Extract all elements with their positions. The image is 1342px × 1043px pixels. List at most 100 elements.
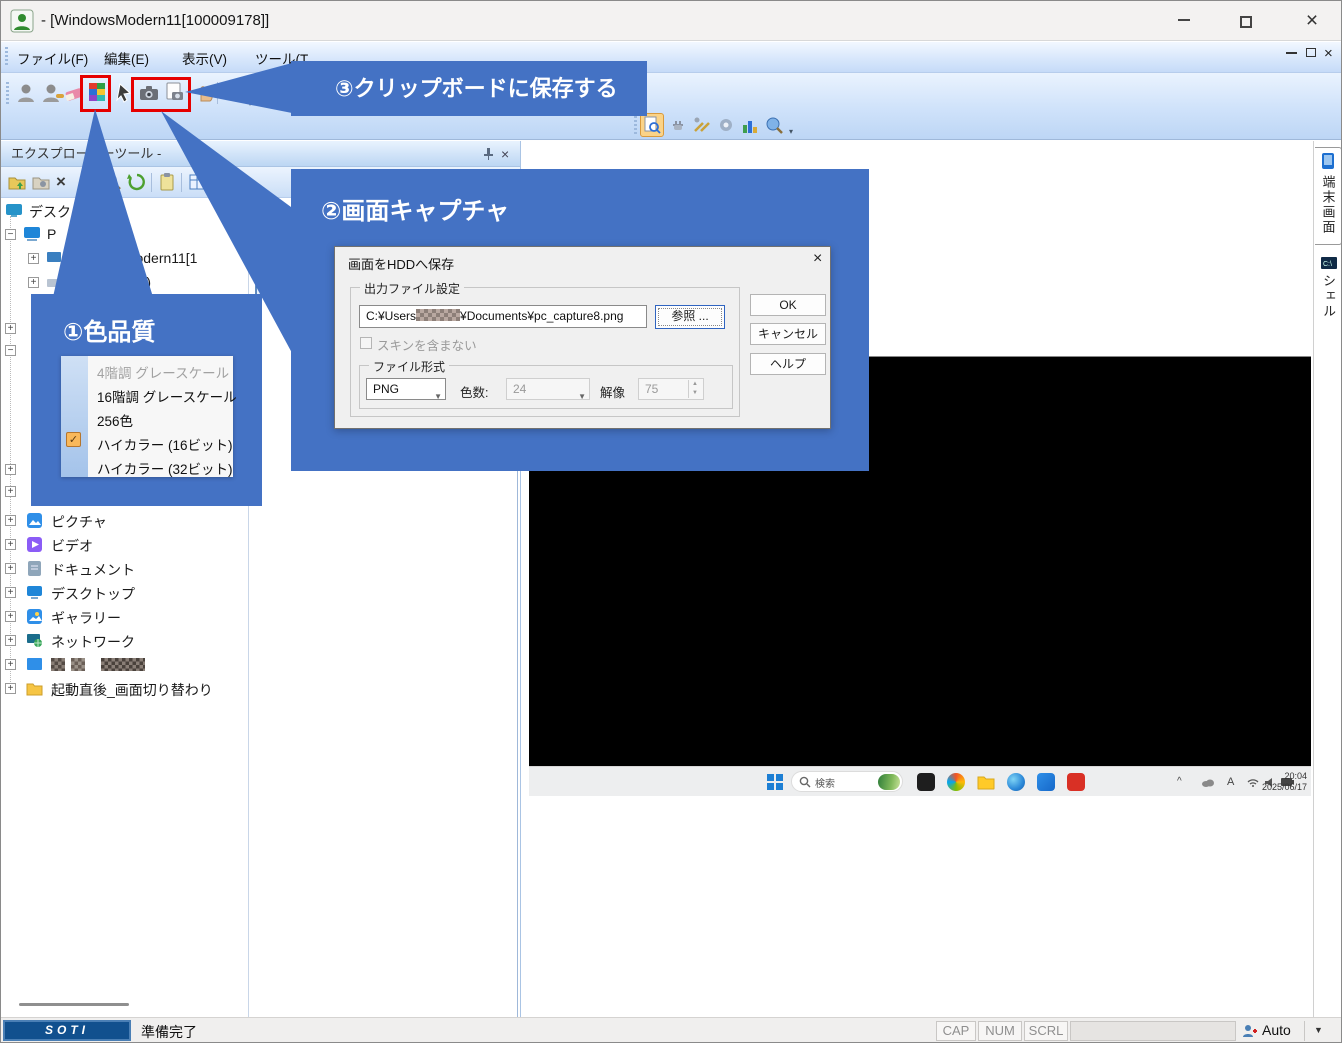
disconnect-user-icon[interactable] (41, 81, 65, 105)
mdi-minimize-icon[interactable] (1286, 52, 1297, 54)
output-path-field[interactable]: C:¥Users ¥Documents¥pc_capture8.png (359, 305, 647, 328)
bar-chart-icon[interactable] (740, 115, 760, 135)
refresh-icon[interactable] (127, 172, 147, 192)
gear-icon[interactable] (716, 115, 736, 135)
callout2-label: ②画面キャプチャ (321, 198, 510, 225)
tray-cloud-icon[interactable] (1201, 778, 1215, 787)
colors-combobox[interactable]: 24 ▼ (506, 378, 590, 400)
format-combobox[interactable]: PNG ▼ (366, 378, 446, 400)
file-explorer-tool-button[interactable] (640, 113, 664, 137)
search-highlight-image (878, 774, 900, 790)
spinner-buttons[interactable]: ▲ ▼ (688, 380, 701, 398)
web-search-icon[interactable] (764, 115, 784, 135)
redacted-label-block (101, 658, 145, 671)
tools-toolbar: ▾ (634, 113, 799, 140)
tools-icon[interactable] (692, 115, 712, 135)
tab-device-screen[interactable]: 端末画面 (1315, 147, 1341, 245)
folder-upload-icon[interactable] (7, 172, 27, 192)
quality-mode-value[interactable]: Auto (1262, 1022, 1291, 1038)
toolbar-grip (634, 116, 637, 136)
delete-icon[interactable]: × (56, 172, 66, 192)
dpi-spinner[interactable]: 75 ▲ ▼ (638, 378, 704, 400)
help-button[interactable]: ヘルプ (750, 353, 826, 375)
taskbar-photos-icon[interactable] (1037, 773, 1055, 791)
dialog-title: 画面をHDDへ保存 (348, 257, 455, 272)
toolbar-zone: ▾ ▼ × ▾ (1, 73, 1341, 181)
panel-close-icon[interactable]: × (501, 141, 509, 167)
taskbar-clock[interactable]: 20:04 2025/06/17 (1251, 771, 1307, 793)
taskbar-app-red-icon[interactable] (1067, 773, 1085, 791)
menu-item-16gray[interactable]: 16階調 グレースケール (97, 386, 237, 406)
callout3-save-to-clipboard: ③クリップボードに保存する (291, 61, 647, 116)
tree-hscrollbar-thumb[interactable] (19, 1003, 129, 1006)
mdi-restore-icon[interactable] (1306, 48, 1316, 57)
num-indicator: NUM (978, 1021, 1022, 1041)
status-spare-pane (1070, 1021, 1236, 1041)
save-screen-dialog: 画面をHDDへ保存 × 出力ファイル設定 C:¥Users ¥Documents¥… (334, 246, 831, 429)
taskbar-search-box[interactable]: 検索 (791, 771, 903, 792)
taskbar-app-notebook-icon[interactable] (917, 773, 935, 791)
browse-button[interactable]: 参照 ... (655, 305, 725, 329)
search-placeholder: 検索 (815, 779, 835, 790)
file-format-group: ファイル形式 PNG ▼ 色数: 24 ▼ 解像 75 ▲ ▼ (359, 358, 733, 409)
tree-expander[interactable]: + (5, 323, 16, 334)
tree-expander[interactable]: + (5, 464, 16, 475)
redacted-username (416, 309, 461, 321)
mdi-close-icon[interactable]: × (1324, 45, 1333, 62)
device-screen-icon (1322, 153, 1334, 169)
toolbar-overflow-icon[interactable]: ▾ (789, 127, 793, 136)
network-icon (27, 634, 42, 647)
taskbar-explorer-icon[interactable] (977, 773, 995, 791)
menu-view[interactable]: 表示(V) (182, 48, 227, 68)
path-prefix: C:¥Users (366, 309, 417, 323)
skin-checkbox[interactable] (360, 337, 372, 349)
side-tab-strip: 端末画面 C:\ シェル (1313, 141, 1341, 1017)
minimize-button[interactable] (1161, 1, 1207, 41)
toolbar-grip (5, 47, 8, 67)
ok-button[interactable]: OK (750, 294, 826, 316)
pin-icon[interactable] (482, 147, 495, 160)
clock-time: 20:04 (1284, 771, 1307, 781)
close-button[interactable]: × (1289, 1, 1335, 41)
tree-expander[interactable]: − (5, 345, 16, 356)
menu-item-256color[interactable]: 256色 (97, 410, 133, 430)
callout1-label: ①色品質 (63, 319, 156, 346)
taskbar-edge-icon[interactable] (1007, 773, 1025, 791)
menu-gutter (61, 356, 88, 477)
color-quality-menu: 4階調 グレースケール 16階調 グレースケール 256色 ✓ ハイカラー (1… (61, 356, 237, 478)
tray-ime-icon[interactable]: A (1227, 776, 1234, 788)
remote-taskbar[interactable]: 検索 ^ A 20:04 2025/06/17 (529, 766, 1311, 796)
explorer-panel-header: エクスプローラーツール - × (1, 141, 520, 167)
clock-date: 2025/06/17 (1261, 782, 1307, 792)
check-icon: ✓ (66, 432, 81, 447)
folder-capture-icon[interactable] (31, 172, 51, 192)
tab-shell[interactable]: C:\ シェル (1315, 253, 1341, 339)
tree-expander[interactable]: + (5, 486, 16, 497)
title-bar: - [WindowsModern11[100009178]] × (1, 1, 1341, 41)
taskbar-copilot-icon[interactable] (947, 773, 965, 791)
videos-icon (27, 537, 42, 552)
menu-item-4gray[interactable]: 4階調 グレースケール (97, 362, 229, 382)
windows-start-icon[interactable] (767, 774, 783, 790)
quality-dropdown-icon[interactable]: ▼ (1314, 1025, 1323, 1035)
search-icon (799, 776, 811, 788)
status-divider (1304, 1021, 1305, 1041)
soti-logo: SOTI (3, 1020, 131, 1041)
menu-edit[interactable]: 編集(E) (104, 48, 149, 68)
gallery-icon (27, 609, 42, 624)
connect-user-icon[interactable] (15, 81, 39, 105)
menu-file[interactable]: ファイル(F) (17, 48, 88, 68)
menu-item-highcolor16[interactable]: ハイカラー (16ビット) (97, 434, 233, 454)
dialog-close-icon[interactable]: × (813, 250, 822, 268)
tray-chevron-up-icon[interactable]: ^ (1177, 776, 1182, 787)
device-icon (47, 252, 61, 262)
clipboard-icon[interactable] (157, 172, 177, 192)
plug-icon[interactable] (668, 115, 688, 135)
redacted-label-block (51, 658, 65, 671)
path-suffix: ¥Documents¥pc_capture8.png (460, 309, 624, 323)
toolbar-separator (181, 173, 182, 192)
maximize-button[interactable] (1223, 1, 1269, 41)
status-bar: SOTI 準備完了 CAP NUM SCRL Auto ▼ (1, 1017, 1341, 1042)
menu-item-highcolor32[interactable]: ハイカラー (32ビット) (97, 458, 233, 478)
cancel-button[interactable]: キャンセル (750, 323, 826, 345)
